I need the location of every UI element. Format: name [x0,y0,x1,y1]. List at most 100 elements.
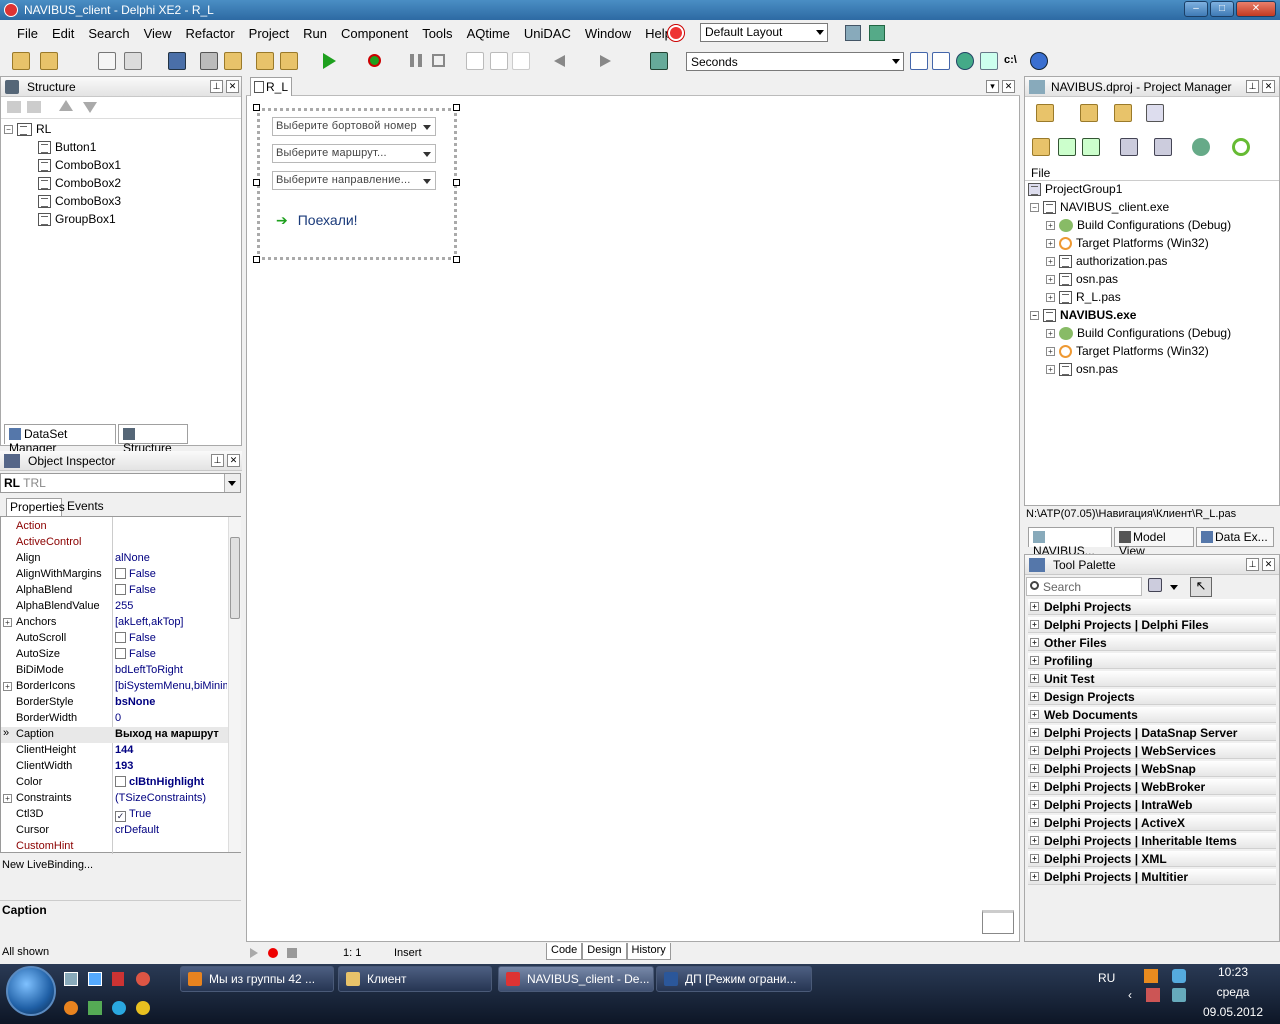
pin-icon[interactable]: ⊥ [211,454,224,467]
property-value[interactable]: False [129,568,156,580]
go-button[interactable]: ➔ Поехали! [276,210,358,230]
scrollbar-thumb[interactable] [230,537,240,619]
close-file-icon[interactable] [224,52,242,70]
project-tree-item[interactable]: + R_L.pas [1046,290,1121,304]
checkbox[interactable] [115,584,126,595]
menu-component[interactable]: Component [334,26,415,41]
expand-icon[interactable]: + [1046,256,1055,266]
property-value[interactable]: False [129,632,156,644]
remove-from-project-icon[interactable] [280,52,298,70]
stop-icon[interactable] [432,54,445,67]
checkbox[interactable] [115,648,126,659]
close-icon[interactable]: ✕ [226,80,239,93]
structure-item[interactable]: ComboBox3 [38,194,121,208]
new-icon[interactable] [12,52,30,70]
checkbox[interactable] [115,568,126,579]
expand-icon[interactable]: + [1030,656,1039,665]
command-prompt-icon[interactable]: c:\ [1004,54,1017,66]
property-row[interactable]: BorderStyle bsNone [1,695,229,711]
close-button[interactable]: ✕ [1236,1,1276,17]
palette-search-input[interactable]: Search [1026,577,1142,596]
expand-icon[interactable]: + [1030,872,1039,881]
open-project-icon[interactable] [124,52,142,70]
expand-icon[interactable]: + [1030,620,1039,629]
tray-icon[interactable] [1146,988,1160,1002]
quicklaunch-icon[interactable] [64,972,78,986]
tab-project[interactable]: NAVIBUS... [1028,527,1112,558]
taskbar-button[interactable]: Клиент [338,966,492,992]
new-unit-icon[interactable] [98,52,116,70]
expand-icon[interactable]: + [1046,220,1055,230]
skype-icon[interactable] [112,1001,126,1015]
resize-handle[interactable] [453,256,460,263]
aqtime-results-icon[interactable] [910,52,928,70]
run-to-cursor-icon[interactable] [512,52,530,70]
palette-category[interactable]: + Delphi Projects | WebSnap [1028,761,1276,777]
property-value[interactable]: False [129,584,156,596]
palette-category[interactable]: + Delphi Projects [1028,599,1276,615]
expand-icon[interactable]: + [1030,836,1039,845]
menu-project[interactable]: Project [242,26,296,41]
property-row[interactable]: ActiveControl [1,535,229,551]
network-icon[interactable] [1172,988,1186,1002]
close-icon[interactable]: ✕ [1262,80,1275,93]
taskbar-button[interactable]: Мы из группы 42 ... [180,966,334,992]
project-tree-item[interactable]: + osn.pas [1046,272,1118,286]
property-value[interactable]: crDefault [115,824,159,836]
expand-icon[interactable]: + [1046,274,1055,284]
close-icon[interactable]: ✕ [227,454,240,467]
expand-icon[interactable]: + [1030,782,1039,791]
expand-icon[interactable]: + [1030,746,1039,755]
property-row[interactable]: + BorderIcons [biSystemMenu,biMinim [1,679,229,695]
menu-window[interactable]: Window [578,26,638,41]
property-row[interactable]: Ctl3D ✓ True [1,807,229,823]
collapse-icon[interactable]: − [1030,202,1039,212]
pointer-icon[interactable]: ↖ [1190,577,1212,597]
palette-category[interactable]: + Delphi Projects | Delphi Files [1028,617,1276,633]
firefox-icon[interactable] [64,1001,78,1015]
property-value[interactable]: bdLeftToRight [115,664,183,676]
palette-category[interactable]: + Unit Test [1028,671,1276,687]
add-new-project-icon[interactable] [1036,104,1054,122]
menu-unidac[interactable]: UniDAC [517,26,578,41]
filter-icon[interactable] [1148,578,1162,592]
tab-data-explorer[interactable]: Data Ex... [1196,527,1274,547]
build-icon[interactable] [1154,138,1172,156]
expand-icon[interactable]: + [1030,728,1039,737]
clock[interactable]: 10:23 среда 09.05.2012 [1198,965,1268,1019]
pin-icon[interactable]: ⊥ [1246,80,1259,93]
target-icon[interactable] [1232,138,1250,156]
add-existing-icon[interactable] [1080,104,1098,122]
set-layout-icon[interactable] [869,25,885,41]
step-over-icon[interactable] [490,52,508,70]
property-value[interactable]: 144 [115,744,133,756]
stop-macro-icon[interactable] [287,948,297,958]
tab-model-view[interactable]: Model View [1114,527,1194,558]
expand-icon[interactable]: + [3,618,12,627]
minimize-button[interactable]: – [1184,1,1208,17]
project-tree-item[interactable]: + osn.pas [1046,362,1118,376]
pin-icon[interactable]: ⊥ [210,80,223,93]
property-row[interactable]: AlphaBlend False [1,583,229,599]
expand-icon[interactable]: + [1046,346,1055,356]
record-macro-icon[interactable] [268,948,278,958]
palette-category[interactable]: + Delphi Projects | Multitier [1028,869,1276,885]
scrollbar[interactable] [228,517,241,852]
menu-search[interactable]: Search [81,26,136,41]
save-layout-icon[interactable] [845,25,861,41]
combobox-direction[interactable]: Выберите направление... [272,171,436,190]
platform-icon[interactable] [1192,138,1210,156]
property-row[interactable]: » Caption Выход на маршрут [1,727,229,743]
expand-icon[interactable]: + [1030,602,1039,611]
menu-run[interactable]: Run [296,26,334,41]
property-value[interactable]: False [129,648,156,660]
run-without-debug-icon[interactable] [368,54,381,67]
resize-handle[interactable] [453,104,460,111]
expand-icon[interactable]: + [1030,638,1039,647]
combobox-board-number[interactable]: Выберите бортовой номер [272,117,436,136]
run-icon[interactable] [323,53,336,69]
quicklaunch-icon[interactable] [136,1001,150,1015]
palette-category[interactable]: + Delphi Projects | DataSnap Server [1028,725,1276,741]
expand-icon[interactable] [27,101,41,113]
checkbox[interactable]: ✓ [115,811,126,822]
